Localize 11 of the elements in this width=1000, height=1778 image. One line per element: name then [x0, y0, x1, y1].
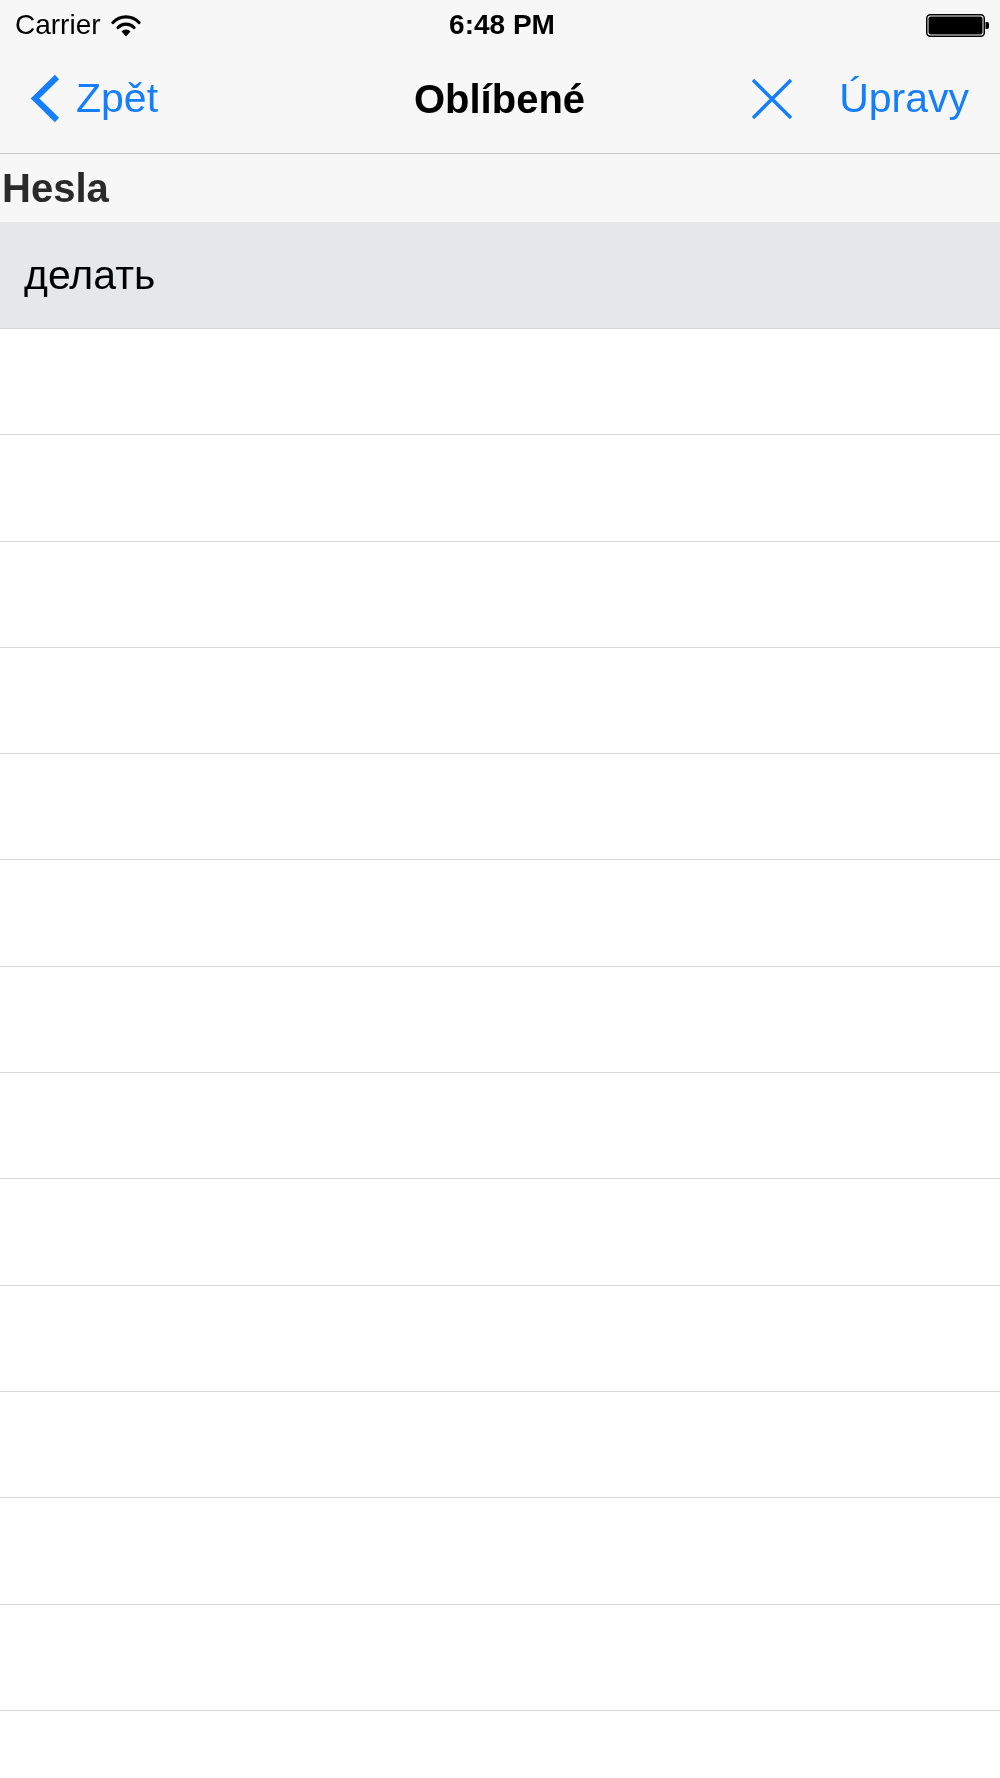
battery-icon: [926, 13, 989, 37]
chevron-left-icon: [30, 74, 61, 123]
section-header: Hesla: [0, 154, 1000, 222]
carrier-name: Carrier: [15, 11, 101, 39]
list-row[interactable]: делать: [0, 222, 1000, 329]
edit-button[interactable]: Úpravy: [839, 78, 969, 119]
back-button[interactable]: Zpět: [30, 74, 159, 123]
wifi-icon: [110, 13, 141, 37]
status-time: 6:48 PM: [449, 11, 555, 39]
navigation-title: Oblíbené: [413, 78, 586, 119]
close-icon[interactable]: [751, 77, 794, 120]
